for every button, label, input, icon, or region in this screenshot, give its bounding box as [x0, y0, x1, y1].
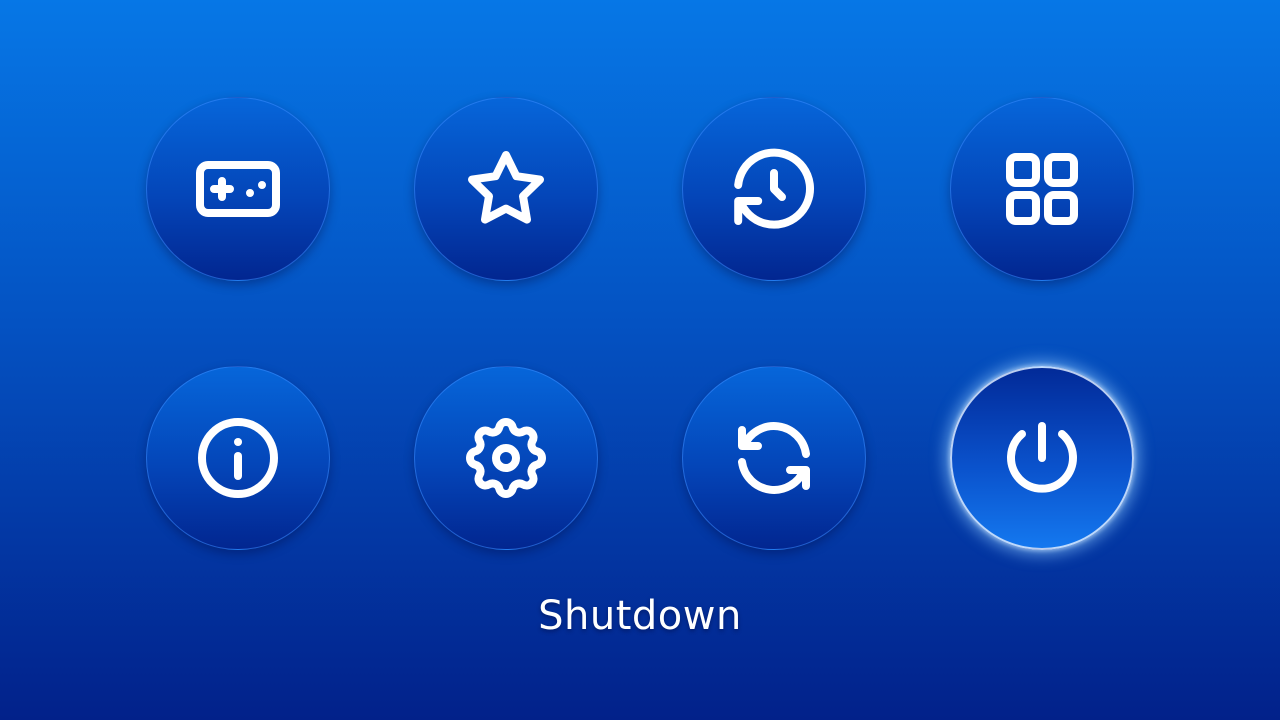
settings-button[interactable]	[414, 366, 598, 550]
history-icon	[726, 141, 822, 237]
favorites-button[interactable]	[414, 97, 598, 281]
apps-button[interactable]	[950, 97, 1134, 281]
info-button[interactable]	[146, 366, 330, 550]
restart-icon	[726, 410, 822, 506]
gear-icon	[458, 410, 554, 506]
info-icon	[190, 410, 286, 506]
selected-item-label: Shutdown	[538, 593, 742, 639]
gamepad-icon	[190, 141, 286, 237]
shutdown-button[interactable]	[950, 366, 1134, 550]
power-icon	[994, 410, 1090, 506]
history-button[interactable]	[682, 97, 866, 281]
grid-icon	[994, 141, 1090, 237]
games-button[interactable]	[146, 97, 330, 281]
star-icon	[458, 141, 554, 237]
restart-button[interactable]	[682, 366, 866, 550]
